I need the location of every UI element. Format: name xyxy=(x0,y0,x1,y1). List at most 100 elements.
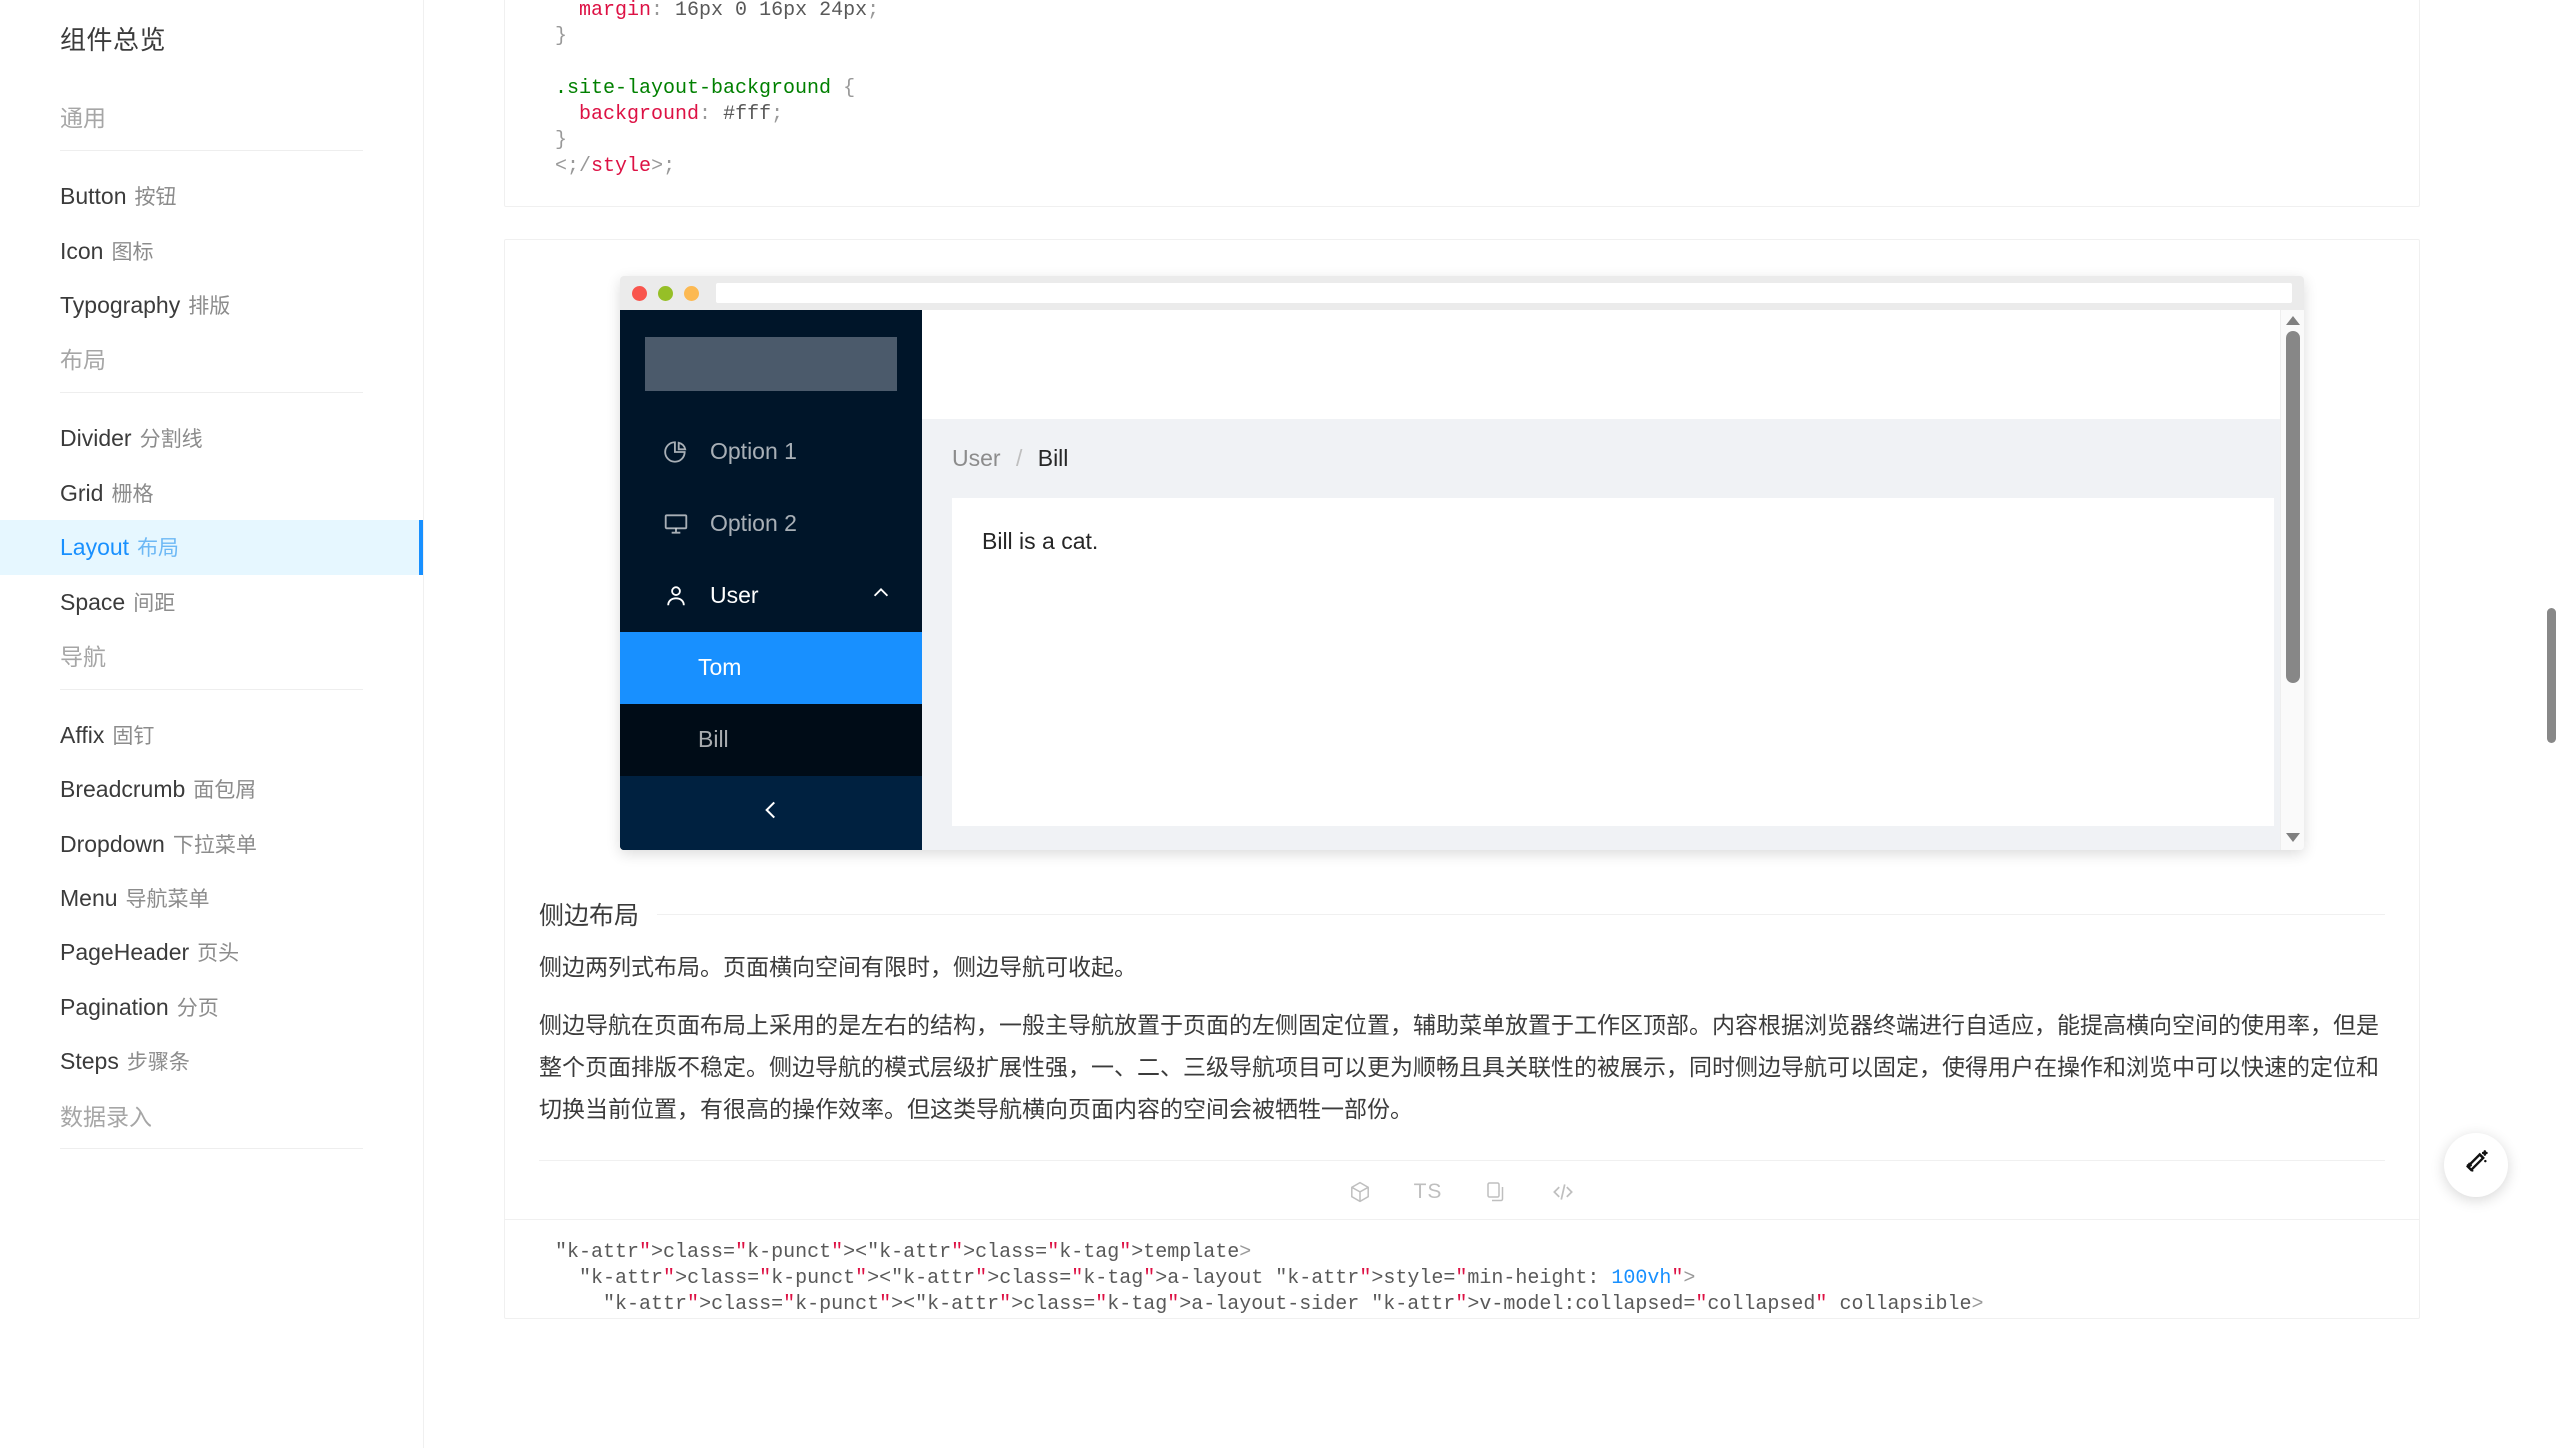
sidebar-item-space[interactable]: Space 间距 xyxy=(0,575,423,629)
sidebar-item-layout[interactable]: Layout 布局 xyxy=(0,520,423,575)
docs-sidebar: 组件总览 通用 Button 按钮 Icon 图标 Typography 排版布局 Divid… xyxy=(0,0,424,1448)
scroll-up-arrow-icon[interactable] xyxy=(2285,316,2300,325)
demo-submenu-item-bill[interactable]: Bill xyxy=(620,704,922,776)
sidebar-item-label-cn: 页头 xyxy=(197,942,240,966)
codesandbox-icon[interactable] xyxy=(1348,1180,1372,1204)
breadcrumb-separator: / xyxy=(1015,445,1023,471)
user-icon xyxy=(663,583,693,609)
demo-submenu-user: Tom Bill xyxy=(620,631,922,776)
sidebar-item-button[interactable]: Button 按钮 xyxy=(0,169,423,223)
demo-menu-item-option-2[interactable]: Option 2 xyxy=(620,488,922,560)
sidebar-item-label-cn: 图标 xyxy=(111,240,154,264)
demo-menu-item-option-1[interactable]: Option 1 xyxy=(620,416,922,488)
sidebar-item-label-en: Icon xyxy=(60,237,104,264)
code-block-style: margin: 16px 0 16px 24px; } .site-layout… xyxy=(504,0,2420,207)
demo-description-1: 侧边两列式布局。页面横向空间有限时，侧边导航可收起。 xyxy=(539,954,1137,980)
demo-title-row: 侧边布局 xyxy=(539,896,2385,932)
sidebar-group-label: 导航 xyxy=(60,643,106,670)
sidebar-item-label-cn: 下拉菜单 xyxy=(172,833,257,857)
breadcrumb-item-user[interactable]: User xyxy=(952,445,1001,471)
pie-chart-icon xyxy=(663,439,693,465)
sidebar-item-label-en: Divider xyxy=(60,425,132,452)
sidebar-item-icon[interactable]: Icon 图标 xyxy=(0,224,423,278)
sidebar-item-affix[interactable]: Affix 固钉 xyxy=(0,708,423,762)
demo-menu-item-user[interactable]: User xyxy=(620,560,922,632)
sidebar-item-label-cn: 面包屑 xyxy=(193,779,257,803)
magic-wand-icon xyxy=(2460,1147,2492,1184)
magic-wand-button[interactable] xyxy=(2444,1133,2508,1197)
window-close-dot[interactable] xyxy=(632,285,647,301)
sidebar-item-label-en: Space xyxy=(60,588,126,615)
demo-content-text: Bill is a cat. xyxy=(982,528,1099,554)
sidebar-item-label-en: Affix xyxy=(60,721,105,748)
code-text-top: margin: 16px 0 16px 24px; } .site-layout… xyxy=(555,0,880,178)
sidebar-group-label: 通用 xyxy=(60,105,106,132)
code-icon[interactable] xyxy=(1550,1179,1576,1205)
demo-menu-label: User xyxy=(710,582,759,609)
sidebar-item-label-cn: 步骤条 xyxy=(126,1051,190,1075)
typescript-icon[interactable]: TS xyxy=(1414,1180,1443,1204)
sidebar-title: 组件总览 xyxy=(60,25,167,55)
window-maximize-dot[interactable] xyxy=(684,285,699,301)
sidebar-group-label: 数据录入 xyxy=(60,1103,152,1130)
demo-breadcrumb: User / Bill xyxy=(922,419,2304,498)
code-text-bottom: "k-attr">class="k-punct"><"k-attr">class… xyxy=(555,1241,1984,1316)
demo-submenu-item-tom[interactable]: Tom xyxy=(620,631,922,704)
demo-submenu-label: Tom xyxy=(698,654,742,681)
code-block-template: "k-attr">class="k-punct"><"k-attr">class… xyxy=(505,1219,2419,1318)
sidebar-item-label-cn: 间距 xyxy=(133,591,176,615)
sidebar-item-divider[interactable]: Divider 分割线 xyxy=(0,411,423,465)
sidebar-item-label-cn: 分页 xyxy=(176,996,219,1020)
chevron-left-icon xyxy=(758,797,784,828)
page-scroll-thumb[interactable] xyxy=(2547,608,2556,743)
sidebar-item-pageheader[interactable]: PageHeader 页头 xyxy=(0,925,423,979)
sidebar-item-label-en: Typography xyxy=(60,292,181,319)
sidebar-group-label: 布局 xyxy=(60,347,106,374)
sidebar-item-label-cn: 布局 xyxy=(137,537,180,561)
chevron-up-icon xyxy=(870,582,892,610)
sidebar-item-label-en: Grid xyxy=(60,479,104,506)
page-scrollbar[interactable] xyxy=(2542,0,2560,1448)
sidebar-nav-list: 通用 Button 按钮 Icon 图标 Typography 排版布局 Divider 分割线… xyxy=(0,90,423,1150)
sidebar-item-breadcrumb[interactable]: Breadcrumb 面包屑 xyxy=(0,762,423,816)
sidebar-item-label-cn: 排版 xyxy=(188,295,231,319)
demo-title: 侧边布局 xyxy=(539,902,640,930)
sidebar-item-pagination[interactable]: Pagination 分页 xyxy=(0,980,423,1034)
sidebar-group-divider xyxy=(60,688,363,690)
demo-content-panel: Bill is a cat. xyxy=(952,498,2274,826)
demo-meta: 侧边布局 侧边两列式布局。页面横向空间有限时，侧边导航可收起。 侧边导航在页面布… xyxy=(505,896,2419,1161)
sidebar-item-label-en: Breadcrumb xyxy=(60,776,186,803)
sidebar-item-grid[interactable]: Grid 栅格 xyxy=(0,466,423,520)
app-root: 组件总览 通用 Button 按钮 Icon 图标 Typography 排版布局 Divid… xyxy=(0,0,2560,1448)
demo-menu: Option 1 Option 2 User Tom Bill xyxy=(620,416,922,776)
window-minimize-dot[interactable] xyxy=(658,285,673,301)
sidebar-item-menu[interactable]: Menu 导航菜单 xyxy=(0,871,423,925)
sidebar-item-label-en: Menu xyxy=(60,884,118,911)
scroll-down-arrow-icon[interactable] xyxy=(2285,833,2300,842)
demo-logo-placeholder xyxy=(645,337,897,391)
sidebar-group-divider xyxy=(60,150,363,152)
copy-icon[interactable] xyxy=(1484,1180,1508,1204)
demo-sider-collapse-trigger[interactable] xyxy=(620,775,922,850)
demo-preview-stage: Option 1 Option 2 User Tom Bill User / B… xyxy=(505,240,2419,850)
sidebar-group-divider xyxy=(60,392,363,394)
desktop-icon xyxy=(663,511,693,537)
demo-description-2: 侧边导航在页面布局上采用的是左右的结构，一般主导航放置于页面的左侧固定位置，辅助… xyxy=(539,1012,2379,1122)
demo-header xyxy=(922,310,2304,419)
scroll-thumb[interactable] xyxy=(2285,331,2300,683)
sidebar-item-dropdown[interactable]: Dropdown 下拉菜单 xyxy=(0,817,423,871)
demo-scrollbar[interactable] xyxy=(2280,310,2304,850)
sidebar-item-label-en: Steps xyxy=(60,1048,119,1075)
demo-submenu-label: Bill xyxy=(698,726,729,753)
sidebar-item-typography[interactable]: Typography 排版 xyxy=(0,278,423,332)
demo-main: User / Bill Bill is a cat. xyxy=(922,310,2304,850)
sidebar-item-steps[interactable]: Steps 步骤条 xyxy=(0,1034,423,1088)
sidebar-item-label-en: Button xyxy=(60,183,127,210)
demo-menu-label: Option 1 xyxy=(710,438,797,465)
browser-titlebar xyxy=(620,276,2304,310)
demo-title-rule xyxy=(657,913,2385,915)
sidebar-item-label-cn: 固钉 xyxy=(112,724,155,748)
sidebar-item-label-en: Dropdown xyxy=(60,830,165,857)
browser-url-bar[interactable] xyxy=(716,283,2292,303)
demo-action-toolbar: TS xyxy=(505,1161,2419,1219)
